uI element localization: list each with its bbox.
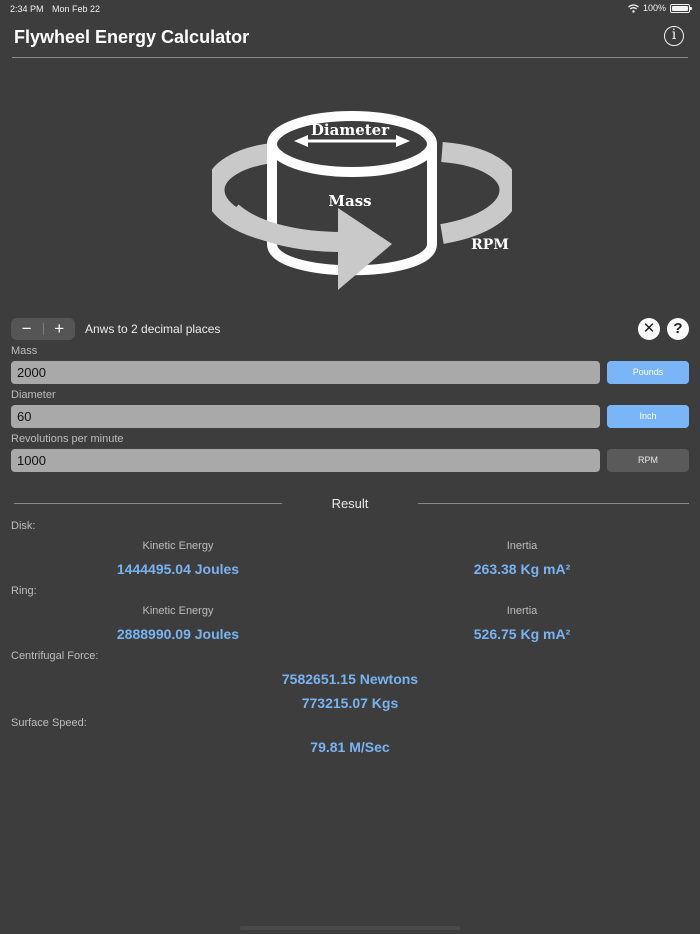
surface-section-label: Surface Speed: bbox=[11, 717, 87, 729]
flywheel-diagram: Diameter Mass RPM bbox=[212, 111, 512, 290]
diameter-label: Diameter bbox=[311, 121, 390, 139]
battery-percent: 100% bbox=[642, 3, 666, 13]
ring-ke-value: 2888990.09 Joules bbox=[116, 626, 240, 642]
help-icon[interactable]: ? bbox=[667, 318, 689, 340]
mass-label: Mass bbox=[328, 192, 371, 210]
diameter-field-label: Diameter bbox=[11, 389, 56, 401]
rpm-field-label: Revolutions per minute bbox=[11, 433, 124, 445]
diameter-unit-button[interactable]: Inch bbox=[607, 405, 689, 428]
precision-toolbar: − + Anws to 2 decimal places ✕ ? bbox=[11, 318, 689, 340]
ring-inertia-value: 526.75 Kg mA² bbox=[473, 626, 571, 642]
clear-icon[interactable]: ✕ bbox=[638, 318, 660, 340]
rpm-input[interactable]: 1000 bbox=[11, 449, 600, 472]
centrifugal-section-label: Centrifugal Force: bbox=[11, 650, 99, 662]
status-indicators: 100% bbox=[628, 3, 692, 13]
ring-section-label: Ring: bbox=[11, 585, 37, 597]
mass-input[interactable]: 2000 bbox=[11, 361, 600, 384]
decrement-button[interactable]: − bbox=[11, 318, 43, 340]
home-indicator bbox=[240, 926, 460, 930]
disk-inertia-label: Inertia bbox=[506, 540, 538, 552]
diameter-input[interactable]: 60 bbox=[11, 405, 600, 428]
ring-inertia-label: Inertia bbox=[506, 605, 538, 617]
header-divider bbox=[12, 57, 688, 58]
surface-speed-value: 79.81 M/Sec bbox=[310, 739, 390, 755]
decimal-places-label: Anws to 2 decimal places bbox=[85, 322, 221, 336]
wifi-icon bbox=[628, 3, 639, 13]
ring-ke-label: Kinetic Energy bbox=[142, 605, 214, 617]
page-title: Flywheel Energy Calculator bbox=[14, 27, 250, 47]
disk-ke-label: Kinetic Energy bbox=[142, 540, 214, 552]
disk-inertia-value: 263.38 Kg mA² bbox=[473, 561, 571, 577]
result-rule-right bbox=[418, 503, 689, 504]
disk-ke-value: 1444495.04 Joules bbox=[116, 561, 240, 577]
centrifugal-kgs-value: 773215.07 Kgs bbox=[301, 695, 399, 711]
battery-icon bbox=[670, 3, 692, 13]
status-bar: 2:34 PM Mon Feb 22 100% bbox=[0, 0, 700, 18]
rpm-unit-button[interactable]: RPM bbox=[607, 449, 689, 472]
centrifugal-newtons-value: 7582651.15 Newtons bbox=[281, 671, 419, 687]
mass-unit-button[interactable]: Pounds bbox=[607, 361, 689, 384]
decimal-stepper[interactable]: − + bbox=[11, 318, 75, 340]
disk-section-label: Disk: bbox=[11, 520, 36, 532]
info-icon[interactable]: i bbox=[664, 26, 684, 46]
mass-field-label: Mass bbox=[11, 345, 38, 357]
increment-button[interactable]: + bbox=[43, 318, 75, 340]
rpm-label: RPM bbox=[471, 237, 509, 253]
status-time: 2:34 PM bbox=[10, 4, 44, 14]
status-date: Mon Feb 22 bbox=[52, 4, 101, 14]
